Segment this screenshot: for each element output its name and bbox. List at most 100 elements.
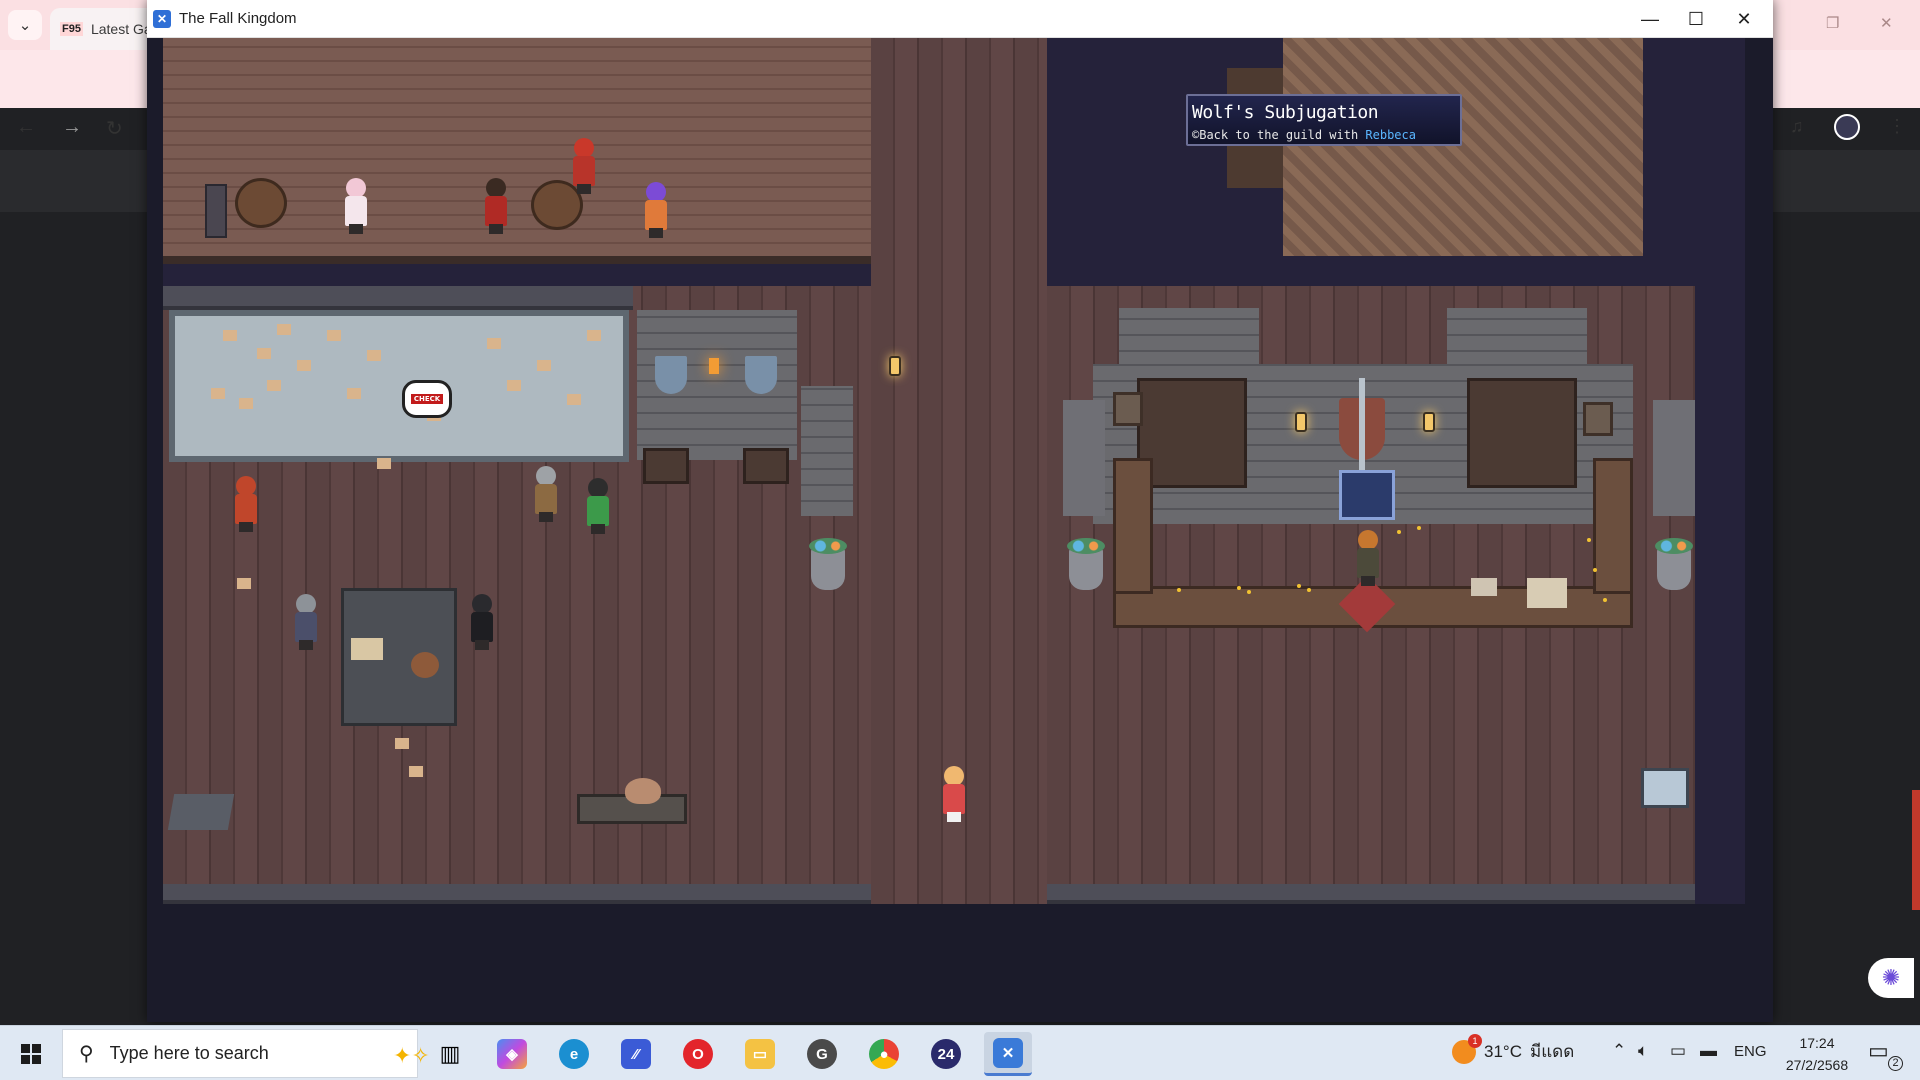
- clock-time: 17:24: [1799, 1035, 1835, 1051]
- start-button[interactable]: [8, 1035, 54, 1073]
- debris: [167, 794, 235, 830]
- clock[interactable]: 17:24 27/2/2568: [1774, 1032, 1860, 1076]
- shop-shelf-right: [1467, 378, 1577, 488]
- weather-widget[interactable]: 1 31°C มีแดด: [1452, 1033, 1575, 1065]
- forward-icon[interactable]: →: [62, 116, 82, 139]
- pot-icon: [411, 652, 439, 678]
- weather-badge: 1: [1468, 1033, 1482, 1048]
- search-icon: ⚲: [79, 1043, 94, 1065]
- game-titlebar: ✕ The Fall Kingdom — ☐ ✕: [147, 0, 1773, 38]
- chrome-icon[interactable]: ●: [860, 1032, 908, 1076]
- flowers-icon: [809, 538, 847, 554]
- network-icon[interactable]: ▭: [1670, 1041, 1686, 1061]
- file-explorer-icon[interactable]: ▭: [736, 1032, 784, 1076]
- app-g-icon[interactable]: G: [798, 1032, 846, 1076]
- upper-room-floor: [1283, 38, 1643, 256]
- volume-icon[interactable]: 🔈︎: [1638, 1041, 1648, 1061]
- copilot-icon[interactable]: ◈: [488, 1032, 536, 1076]
- media-control-icon[interactable]: ♫: [1790, 116, 1804, 137]
- npc-red-haired-woman[interactable]: [233, 476, 259, 532]
- npc-grey-haired-elder[interactable]: [533, 466, 559, 522]
- document-icon: [351, 638, 383, 660]
- flowers-icon: [1067, 538, 1105, 554]
- close-button[interactable]: ✕: [1721, 4, 1767, 34]
- menu-icon[interactable]: ⋮: [1888, 116, 1906, 137]
- board-top-wall: [163, 286, 633, 310]
- shop-bottom-wall: [1047, 884, 1695, 904]
- quest-npc-name: Rebbeca: [1365, 128, 1416, 142]
- book-icon: [1471, 578, 1497, 596]
- player-character[interactable]: [941, 766, 967, 822]
- weather-temp: 31°C: [1484, 1041, 1522, 1061]
- notification-count: 2: [1888, 1056, 1903, 1071]
- portrait-icon: [1113, 392, 1143, 426]
- cloth-stack-icon: [1527, 578, 1567, 608]
- quest-board[interactable]: [169, 310, 629, 462]
- lantern-icon: [1295, 412, 1307, 432]
- chevron-up-icon[interactable]: ⌃: [1612, 1041, 1626, 1061]
- game-window-title: The Fall Kingdom: [179, 10, 297, 27]
- language-indicator[interactable]: ENG: [1734, 1043, 1767, 1060]
- sword-icon: [1359, 378, 1365, 470]
- npc-grey-haired-adventurer[interactable]: [293, 594, 319, 650]
- quest-description-text: ©Back to the guild with: [1192, 128, 1366, 142]
- browser-tab-title: Latest Ga: [90, 21, 152, 37]
- stone-pillar: [801, 386, 853, 516]
- search-box[interactable]: ⚲ Type here to search ✦✧: [62, 1029, 430, 1078]
- npc-pink-haired-girl[interactable]: [343, 178, 369, 234]
- profile-avatar[interactable]: [1834, 114, 1860, 140]
- back-icon[interactable]: ←: [16, 116, 36, 139]
- chair: [205, 184, 227, 238]
- task-view-icon[interactable]: ▥: [426, 1032, 474, 1076]
- site-favicon-icon: F95: [60, 22, 83, 36]
- lantern-icon: [889, 356, 901, 376]
- edge-icon[interactable]: e: [550, 1032, 598, 1076]
- app-24-icon[interactable]: 24: [922, 1032, 970, 1076]
- shield-icon: [655, 356, 687, 394]
- npc-purple-haired-girl[interactable]: [643, 182, 669, 238]
- opera-icon[interactable]: O: [674, 1032, 722, 1076]
- npc-black-haired-swordsman[interactable]: [469, 594, 495, 650]
- restore-icon[interactable]: ❐: [1826, 14, 1839, 32]
- shop-shelf-left: [1137, 378, 1247, 488]
- close-icon[interactable]: ✕: [1880, 14, 1893, 32]
- page-scroll-accent: [1912, 790, 1920, 910]
- maximize-button[interactable]: ☐: [1673, 4, 1719, 34]
- speech-bubble-label: CHECK: [410, 394, 444, 404]
- reload-icon[interactable]: ↻: [106, 116, 123, 141]
- game-window: ✕ The Fall Kingdom — ☐ ✕ CHECK Wolf's Su…: [147, 0, 1773, 1022]
- npc-red-hat-mage[interactable]: [571, 138, 597, 194]
- shop-pillar-left: [1063, 400, 1105, 516]
- quest-title: Wolf's Subjugation: [1192, 102, 1379, 123]
- weather-condition: มีแดด: [1529, 1042, 1575, 1061]
- round-table: [235, 178, 287, 228]
- search-placeholder: Type here to search: [109, 1043, 269, 1063]
- crate-icon: [1641, 768, 1689, 808]
- tab-list-icon[interactable]: ⌄: [8, 10, 42, 40]
- npc-green-robed-figure[interactable]: [585, 478, 611, 534]
- shop-counter-side: [1593, 458, 1633, 594]
- shield-icon: [745, 356, 777, 394]
- map-bottom-void: [147, 904, 1773, 1022]
- speech-bubble-icon[interactable]: CHECK: [402, 380, 452, 418]
- hall-bottom-wall: [163, 884, 871, 904]
- torch-icon: [709, 358, 719, 374]
- notification-icon[interactable]: ▭: [1868, 1038, 1889, 1064]
- battery-icon[interactable]: ▬: [1700, 1041, 1717, 1061]
- visual-studio-icon[interactable]: ⁄⁄: [612, 1032, 660, 1076]
- shelf: [743, 448, 789, 484]
- taskbar: ⚲ Type here to search ✦✧ ▥ ◈ e ⁄⁄ O ▭ G …: [0, 1025, 1920, 1080]
- portrait-icon: [1583, 402, 1613, 436]
- throne-chair: [1339, 470, 1395, 520]
- clock-date: 27/2/2568: [1785, 1057, 1849, 1073]
- game-app-icon: ✕: [153, 10, 171, 28]
- assistant-fab-icon[interactable]: ✺: [1868, 958, 1914, 998]
- game-app-taskbar-icon[interactable]: ✕: [984, 1032, 1032, 1076]
- quest-tracker: Wolf's Subjugation ©Back to the guild wi…: [1186, 94, 1462, 146]
- npc-dark-haired-man[interactable]: [483, 178, 509, 234]
- minimize-button[interactable]: —: [1627, 4, 1673, 34]
- game-canvas[interactable]: CHECK Wolf's Subjugation ©Back to the gu…: [147, 38, 1773, 1022]
- shop-counter-side: [1113, 458, 1153, 594]
- npc-shopkeeper[interactable]: [1355, 530, 1381, 586]
- shelf: [643, 448, 689, 484]
